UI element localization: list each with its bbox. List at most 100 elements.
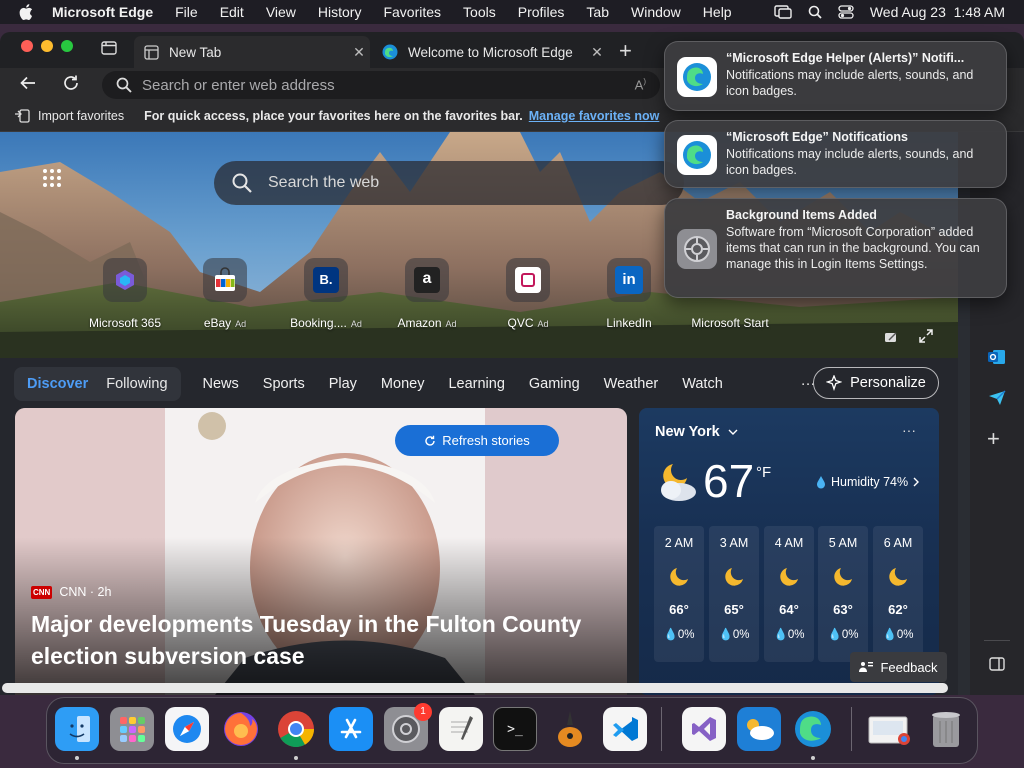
nav-play[interactable]: Play: [317, 376, 369, 392]
quick-link-booking[interactable]: B. Booking.... Ad: [274, 258, 378, 330]
hour-temp: 66°: [669, 602, 689, 617]
nav-news[interactable]: News: [191, 376, 251, 392]
nav-watch[interactable]: Watch: [670, 376, 735, 392]
hour-precip: 💧0%: [718, 629, 750, 641]
notification-title: “Microsoft Edge” Notifications: [726, 130, 908, 144]
refresh-icon[interactable]: [62, 74, 80, 92]
hourly-forecast[interactable]: 6 AM 62° 💧0%: [873, 526, 923, 662]
safari-icon[interactable]: [165, 707, 209, 751]
hourly-forecast[interactable]: 2 AM 66° 💧0%: [654, 526, 704, 662]
apple-menu-icon[interactable]: [0, 4, 52, 20]
menubar-clock[interactable]: Wed Aug 23 1:48 AM: [870, 4, 1005, 20]
refresh-stories-button[interactable]: Refresh stories: [395, 425, 559, 456]
feedback-button[interactable]: Feedback: [850, 652, 947, 682]
horizontal-scrollbar[interactable]: [2, 683, 948, 693]
nav-money[interactable]: Money: [369, 376, 437, 392]
quick-link-microsoft-365[interactable]: Microsoft 365: [73, 258, 177, 330]
read-aloud-icon[interactable]: A): [635, 77, 646, 92]
terminal-icon[interactable]: >_: [493, 707, 537, 751]
trash-icon[interactable]: [924, 707, 968, 751]
back-arrow-icon[interactable]: [19, 74, 37, 92]
nav-sports[interactable]: Sports: [251, 376, 317, 392]
tab-following[interactable]: Following: [97, 367, 176, 401]
tab-new-tab[interactable]: New Tab ✕: [134, 36, 370, 68]
notification-background-items[interactable]: Background Items Added Software from “Mi…: [664, 198, 1007, 298]
notification-edge-helper-alerts[interactable]: “Microsoft Edge Helper (Alerts)” Notifi.…: [664, 41, 1007, 111]
menu-window[interactable]: Window: [620, 0, 692, 24]
drop-send-icon[interactable]: [988, 390, 1006, 406]
menu-app-name[interactable]: Microsoft Edge: [52, 0, 164, 24]
notification-edge[interactable]: “Microsoft Edge” Notifications Notificat…: [664, 120, 1007, 188]
menu-favorites[interactable]: Favorites: [372, 0, 452, 24]
outlook-icon[interactable]: [988, 348, 1006, 366]
story-source: CNN CNN · 2h: [31, 585, 111, 599]
nav-gaming[interactable]: Gaming: [517, 376, 592, 392]
menu-history[interactable]: History: [307, 0, 373, 24]
menu-view[interactable]: View: [255, 0, 307, 24]
menu-help[interactable]: Help: [692, 0, 743, 24]
launchpad-icon[interactable]: [110, 707, 154, 751]
manage-favorites-link[interactable]: Manage favorites now: [529, 109, 660, 123]
apps-grid-icon[interactable]: [42, 168, 62, 188]
close-window-button[interactable]: [21, 40, 33, 52]
nav-learning[interactable]: Learning: [436, 376, 516, 392]
top-story-card[interactable]: Refresh stories CNN CNN · 2h Major devel…: [15, 408, 627, 695]
cnn-logo-icon: CNN: [31, 585, 53, 599]
quick-link-amazon[interactable]: a Amazon Ad: [375, 258, 479, 330]
hide-sidebar-icon[interactable]: [989, 657, 1005, 671]
tab-actions-icon[interactable]: [101, 41, 117, 55]
new-tab-plus-icon[interactable]: +: [619, 38, 632, 64]
hourly-forecast[interactable]: 3 AM 65° 💧0%: [709, 526, 759, 662]
nav-weather[interactable]: Weather: [592, 376, 671, 392]
humidity-info[interactable]: Humidity 74%: [816, 475, 920, 489]
import-favorites-button[interactable]: Import favorites: [38, 109, 124, 123]
edit-background-icon[interactable]: [884, 330, 898, 344]
chrome-icon[interactable]: [274, 707, 318, 751]
firefox-icon[interactable]: [219, 707, 263, 751]
feedback-label: Feedback: [880, 659, 938, 675]
close-tab-icon[interactable]: ✕: [348, 44, 370, 61]
hourly-forecast[interactable]: 4 AM 64° 💧0%: [764, 526, 814, 662]
quick-link-qvc[interactable]: QVC Ad: [476, 258, 580, 330]
edge-app-icon: [677, 57, 717, 97]
control-center-icon[interactable]: [838, 5, 854, 19]
tab-discover[interactable]: Discover: [18, 367, 97, 401]
weather-location[interactable]: New York: [655, 424, 738, 440]
edge-app-icon[interactable]: [791, 707, 835, 751]
vscode-icon[interactable]: [603, 707, 647, 751]
app-store-icon[interactable]: [329, 707, 373, 751]
menu-profiles[interactable]: Profiles: [507, 0, 576, 24]
finder-icon[interactable]: [55, 707, 99, 751]
search-icon: [232, 173, 252, 193]
menu-tab[interactable]: Tab: [575, 0, 620, 24]
close-tab-icon[interactable]: ✕: [586, 44, 608, 61]
textedit-icon[interactable]: [439, 707, 483, 751]
hourly-forecast[interactable]: 5 AM 63° 💧0%: [818, 526, 868, 662]
quick-link-ebay[interactable]: eBay Ad: [173, 258, 277, 330]
onedrive-weather-icon[interactable]: [737, 707, 781, 751]
web-search-box[interactable]: Search the web: [214, 161, 684, 205]
spotlight-search-icon[interactable]: [808, 5, 822, 19]
temperature-unit[interactable]: °F: [756, 464, 771, 481]
garageband-icon[interactable]: [548, 707, 592, 751]
zoom-window-button[interactable]: [61, 40, 73, 52]
menu-file[interactable]: File: [164, 0, 209, 24]
visual-studio-icon[interactable]: [682, 707, 726, 751]
screen-mirroring-icon[interactable]: [774, 5, 792, 19]
menu-edit[interactable]: Edit: [209, 0, 255, 24]
downloads-stack-icon[interactable]: [867, 707, 911, 751]
sidebar-divider: [984, 640, 1010, 641]
story-headline[interactable]: Major developments Tuesday in the Fulton…: [31, 608, 621, 672]
expand-icon[interactable]: [918, 328, 934, 344]
add-sidebar-app-icon[interactable]: +: [987, 426, 1000, 452]
menu-tools[interactable]: Tools: [452, 0, 507, 24]
more-options-icon[interactable]: ···: [902, 422, 916, 438]
new-tab-icon: [144, 44, 159, 60]
notification-body: Software from “Microsoft Corporation” ad…: [726, 225, 980, 271]
personalize-label: Personalize: [850, 375, 926, 391]
tab-welcome[interactable]: Welcome to Microsoft Edge ✕: [372, 36, 608, 68]
address-bar[interactable]: Search or enter web address A): [102, 71, 660, 99]
booking-logo-icon: B.: [304, 258, 348, 302]
personalize-button[interactable]: Personalize: [813, 367, 939, 399]
minimize-window-button[interactable]: [41, 40, 53, 52]
